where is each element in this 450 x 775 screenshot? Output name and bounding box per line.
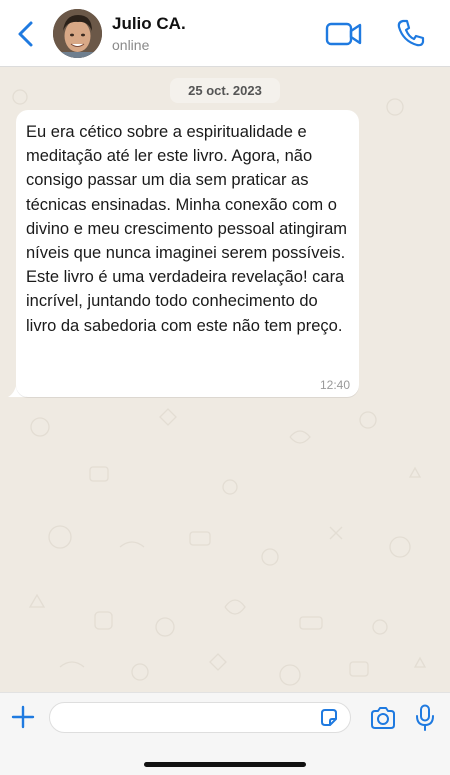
camera-icon[interactable]: [370, 706, 396, 730]
date-separator: 25 oct. 2023: [170, 78, 280, 103]
phone-icon[interactable]: [396, 18, 426, 48]
message-input[interactable]: [49, 702, 351, 733]
avatar[interactable]: [53, 9, 102, 58]
contact-name[interactable]: Julio CA.: [112, 14, 186, 34]
avatar-photo: [53, 9, 102, 58]
home-indicator: [144, 762, 306, 767]
video-camera-icon[interactable]: [325, 20, 363, 48]
sticker-icon[interactable]: [319, 708, 339, 728]
microphone-icon[interactable]: [415, 704, 435, 732]
chat-header: Julio CA. online: [0, 0, 450, 67]
incoming-message-bubble[interactable]: Eu era cético sobre a espiritualidade e …: [16, 110, 359, 397]
plus-icon[interactable]: [11, 705, 35, 729]
message-time: 12:40: [319, 378, 350, 392]
message-composer: [0, 692, 450, 775]
chevron-left-icon[interactable]: [14, 20, 38, 48]
message-text: Eu era cético sobre a espiritualidade e …: [26, 123, 347, 335]
chat-area[interactable]: 25 oct. 2023 Eu era cético sobre a espir…: [0, 67, 450, 692]
contact-status: online: [112, 37, 150, 53]
